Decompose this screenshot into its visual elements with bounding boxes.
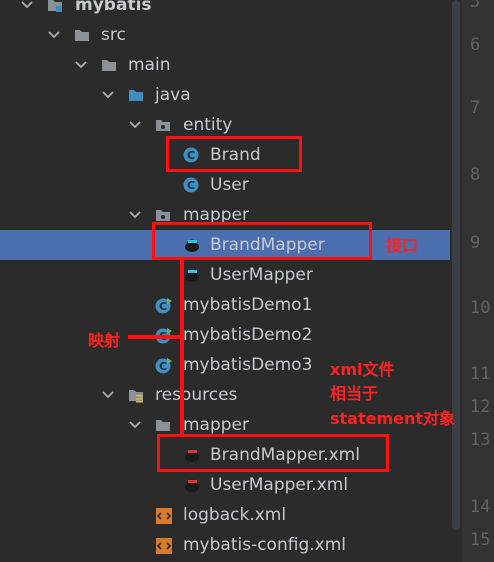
mapping-annotation: 映射 xyxy=(88,331,121,350)
tree-row-src[interactable]: src xyxy=(0,20,462,50)
chevron-down-icon[interactable] xyxy=(20,0,34,20)
folder-icon xyxy=(74,27,90,43)
tree-label: mybatis-config.xml xyxy=(183,535,346,555)
source-folder-icon xyxy=(128,87,144,103)
tree-row-user[interactable]: C User xyxy=(0,170,462,200)
tree-row-main[interactable]: main xyxy=(0,50,462,80)
line-number: 13 xyxy=(470,430,491,450)
project-tree: mybatis src main java entity C Brand C U… xyxy=(0,0,462,562)
xml-file-icon xyxy=(155,537,172,554)
folder-icon xyxy=(101,57,117,73)
xml-annotation-line3: statement对象 xyxy=(330,409,456,428)
tree-row-mybatis[interactable]: mybatis xyxy=(0,0,462,20)
svg-text:C: C xyxy=(187,179,195,192)
tree-row-demo1[interactable]: C mybatisDemo1 xyxy=(0,290,462,320)
mapping-pointer-line xyxy=(128,335,182,339)
chevron-down-icon[interactable] xyxy=(101,80,115,110)
line-number: 11 xyxy=(470,364,491,384)
chevron-down-icon[interactable] xyxy=(128,110,142,140)
xml-file-icon xyxy=(155,507,172,524)
package-icon xyxy=(155,207,171,223)
svg-text:C: C xyxy=(159,300,167,313)
line-number: 5 xyxy=(470,0,481,12)
mybatis-mapper-icon xyxy=(183,267,199,283)
tree-label: mybatis xyxy=(75,0,152,15)
tree-row-java[interactable]: java xyxy=(0,80,462,110)
chevron-down-icon[interactable] xyxy=(101,380,115,410)
resources-folder-icon xyxy=(128,387,144,403)
xml-annotation-line2: 相当于 xyxy=(330,384,379,403)
line-number: 14 xyxy=(470,497,491,517)
runnable-class-icon: C xyxy=(155,297,172,314)
tree-label: UserMapper xyxy=(210,265,313,285)
tree-row-mybatis-config[interactable]: mybatis-config.xml xyxy=(0,530,462,560)
class-icon: C xyxy=(183,177,199,193)
xml-annotation-line1: xml文件 xyxy=(330,360,395,379)
line-number: 6 xyxy=(470,35,481,55)
line-number: 9 xyxy=(470,233,481,253)
interface-annotation: 接口 xyxy=(386,236,419,255)
tree-row-demo2[interactable]: C mybatisDemo2 xyxy=(0,320,462,350)
brand-mapper-xml-highlight-box xyxy=(157,434,389,472)
tree-label: main xyxy=(128,55,171,75)
tree-label: src xyxy=(101,25,126,45)
scrollbar-thumb[interactable] xyxy=(452,0,460,530)
chevron-down-icon[interactable] xyxy=(128,410,142,440)
module-folder-icon xyxy=(47,0,63,13)
tree-label: logback.xml xyxy=(183,505,287,525)
tree-row-user-mapper-xml[interactable]: UserMapper.xml xyxy=(0,470,462,500)
chevron-down-icon[interactable] xyxy=(128,200,142,230)
tree-label: UserMapper.xml xyxy=(210,475,349,495)
tree-label: mybatisDemo1 xyxy=(183,295,313,315)
runnable-class-icon: C xyxy=(155,357,172,374)
line-number: 12 xyxy=(470,397,491,417)
brand-highlight-box xyxy=(166,136,302,172)
tree-label: resources xyxy=(155,385,238,405)
tree-label: User xyxy=(210,175,249,195)
tree-label: java xyxy=(155,85,191,105)
tree-row-user-mapper[interactable]: UserMapper xyxy=(0,260,462,290)
tree-label: mybatisDemo3 xyxy=(183,355,313,375)
line-number: 10 xyxy=(470,298,491,318)
svg-text:C: C xyxy=(159,360,167,373)
brand-mapper-highlight-box xyxy=(152,222,372,260)
tree-row-logback[interactable]: logback.xml xyxy=(0,500,462,530)
line-number: 15 xyxy=(470,530,491,550)
chevron-down-icon[interactable] xyxy=(47,20,61,50)
folder-icon xyxy=(155,417,171,433)
chevron-down-icon[interactable] xyxy=(74,50,88,80)
package-icon xyxy=(155,117,171,133)
line-number: 7 xyxy=(470,98,481,118)
line-number-gutter: 5 6 7 8 9 10 11 12 13 14 15 xyxy=(462,0,494,562)
mapping-connector-line xyxy=(180,259,184,435)
line-number: 8 xyxy=(470,165,481,185)
tree-label: mybatisDemo2 xyxy=(183,325,313,345)
mybatis-xml-icon xyxy=(183,477,199,493)
